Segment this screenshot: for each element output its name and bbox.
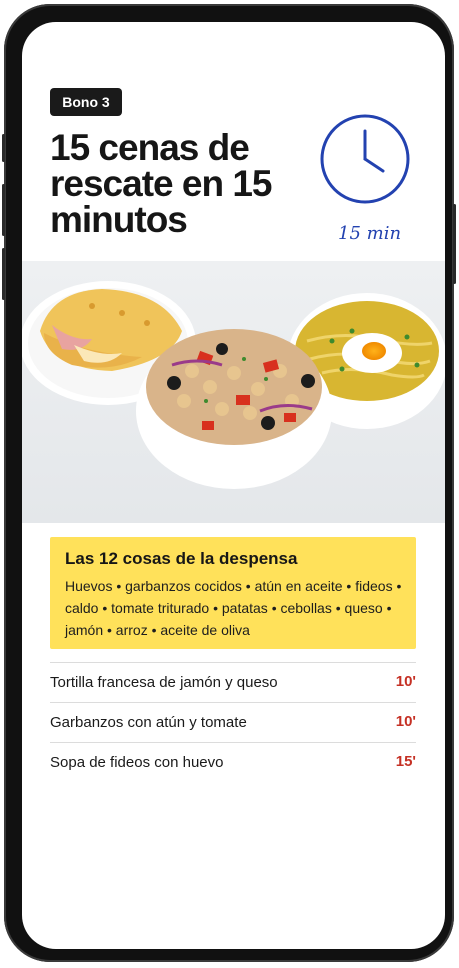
phone-frame: Bono 3 15 cenas de rescate en 15 minutos… xyxy=(2,4,456,962)
bonus-badge: Bono 3 xyxy=(50,88,122,116)
pantry-box: Las 12 cosas de la despensa Huevos • gar… xyxy=(50,537,416,649)
recipe-time: 10' xyxy=(395,673,416,690)
recipe-list: Tortilla francesa de jamón y queso 10' G… xyxy=(50,662,416,782)
recipe-time: 15' xyxy=(395,753,416,770)
pantry-title: Las 12 cosas de la despensa xyxy=(65,549,298,568)
recipe-time: 10' xyxy=(395,713,416,730)
recipe-row[interactable]: Garbanzos con atún y tomate 10' xyxy=(50,702,416,742)
dishes-photo xyxy=(22,261,445,523)
recipe-name: Sopa de fideos con huevo xyxy=(50,754,224,771)
pantry-items: Huevos • garbanzos cocidos • atún en ace… xyxy=(65,578,402,638)
screen: Bono 3 15 cenas de rescate en 15 minutos… xyxy=(22,22,445,949)
recipe-name: Tortilla francesa de jamón y queso xyxy=(50,674,278,691)
clock-icon xyxy=(320,114,410,204)
volume-down-button xyxy=(2,248,5,300)
power-button xyxy=(453,204,456,284)
recipe-name: Garbanzos con atún y tomate xyxy=(50,714,247,731)
mute-switch xyxy=(2,134,5,162)
volume-up-button xyxy=(2,184,5,236)
chickpea-salad-dish xyxy=(136,329,332,489)
clock-label: 15 min xyxy=(338,223,402,244)
recipe-row[interactable]: Sopa de fideos con huevo 15' xyxy=(50,742,416,782)
page-title: 15 cenas de rescate en 15 minutos xyxy=(50,127,273,240)
recipe-row[interactable]: Tortilla francesa de jamón y queso 10' xyxy=(50,662,416,702)
